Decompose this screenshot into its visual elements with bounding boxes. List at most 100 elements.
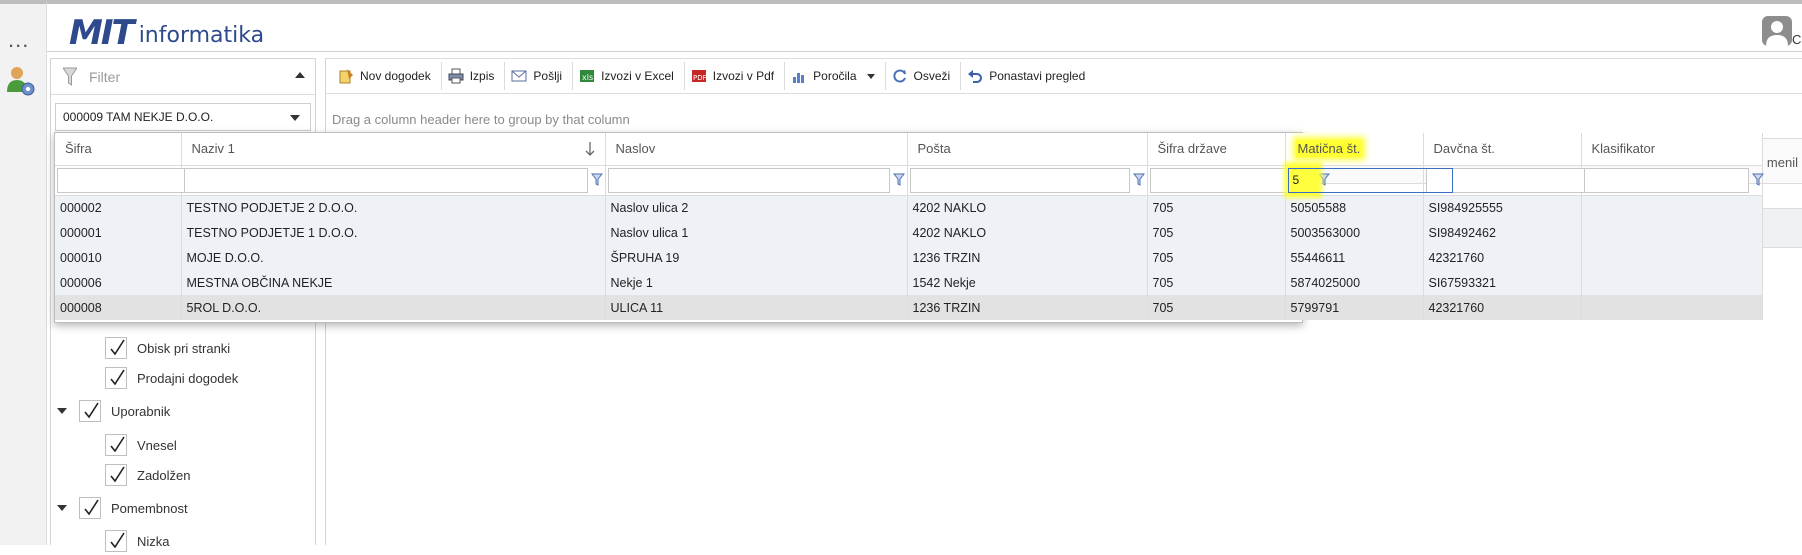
- cell-sifra: 000008: [55, 295, 182, 320]
- filter-icon[interactable]: [892, 173, 905, 187]
- company-logo: MIT informatika: [69, 14, 264, 50]
- avatar-icon[interactable]: [1762, 16, 1792, 46]
- table-row[interactable]: 000001 TESTNO PODJETJE 1 D.O.O. Naslov u…: [55, 220, 1763, 245]
- filter-input[interactable]: [909, 167, 1130, 193]
- filter-header[interactable]: Filter: [51, 59, 315, 95]
- column-header-sorted[interactable]: Naziv 1: [181, 133, 606, 166]
- checkbox[interactable]: [105, 367, 127, 389]
- cell-posta: 4202 NAKLO: [907, 195, 1148, 220]
- send-label: Pošlji: [533, 69, 563, 83]
- collapse-icon[interactable]: [295, 72, 305, 78]
- chevron-down-icon[interactable]: [866, 73, 875, 79]
- refresh-label: Osveži: [913, 69, 951, 83]
- tree-item-zadolzen[interactable]: Zadolžen: [105, 461, 190, 489]
- filter-icon[interactable]: [1751, 173, 1764, 187]
- cell-naziv: TESTNO PODJETJE 2 D.O.O.: [181, 195, 606, 220]
- reset-view-button[interactable]: Ponastavi pregled: [961, 62, 1095, 90]
- tree-item-obisk[interactable]: Obisk pri stranki: [105, 334, 230, 362]
- new-event-button[interactable]: Nov dogodek: [332, 62, 442, 90]
- send-button[interactable]: Pošlji: [505, 62, 574, 90]
- column-header-highlighted[interactable]: Matična št.: [1285, 133, 1424, 166]
- filter-row: [55, 161, 1764, 198]
- table-row[interactable]: 000006 MESTNA OBČINA NEKJE Nekje 1 1542 …: [55, 270, 1763, 295]
- checkbox[interactable]: [105, 530, 127, 552]
- checkbox[interactable]: [79, 497, 101, 519]
- refresh-icon: [892, 68, 908, 84]
- cell-naziv: MESTNA OBČINA NEKJE: [181, 270, 606, 295]
- tree-group-pomembnost[interactable]: Pomembnost: [57, 494, 188, 522]
- cell-naslov: Naslov ulica 2: [605, 195, 908, 220]
- column-header-label: Naziv 1: [191, 141, 235, 157]
- column-header[interactable]: Klasifikator: [1581, 133, 1763, 166]
- app-header: MIT informatika C: [47, 0, 1802, 52]
- column-header-label: Davčna št.: [1433, 141, 1495, 157]
- table-row[interactable]: 000002 TESTNO PODJETJE 2 D.O.O. Naslov u…: [55, 195, 1763, 220]
- tree-item-label: Obisk pri stranki: [137, 340, 231, 356]
- cell-naziv: TESTNO PODJETJE 1 D.O.O.: [181, 220, 606, 245]
- checkbox[interactable]: [105, 434, 127, 456]
- cell-sifra-drzave: 705: [1147, 220, 1286, 245]
- filter-icon[interactable]: [1132, 173, 1145, 187]
- reports-label: Poročila: [813, 69, 857, 83]
- cell-klasifikator: [1581, 270, 1763, 295]
- export-excel-label: Izvozi v Excel: [601, 69, 674, 83]
- column-header-label: Pošta: [917, 141, 951, 157]
- tree-item-label: Zadolžen: [137, 467, 191, 483]
- export-excel-button[interactable]: xls Izvozi v Excel: [573, 62, 685, 90]
- tree-item-vnesel[interactable]: Vnesel: [105, 431, 177, 459]
- cell-davcna: SI67593321: [1423, 270, 1582, 295]
- column-header[interactable]: Davčna št.: [1423, 133, 1582, 166]
- tree-item-prodajni[interactable]: Prodajni dogodek: [105, 364, 238, 392]
- cell-naslov: Naslov ulica 1: [605, 220, 908, 245]
- cell-maticna: 5799791: [1285, 295, 1424, 320]
- cell-naslov: ULICA 11: [605, 295, 908, 320]
- cell-maticna: 50505588: [1285, 195, 1424, 220]
- tree-item-label: Uporabnik: [111, 403, 171, 419]
- chevron-down-icon[interactable]: [290, 115, 300, 121]
- bar-chart-icon: [791, 68, 807, 84]
- cell-klasifikator: [1581, 245, 1763, 270]
- user-menu[interactable]: C: [1758, 14, 1802, 52]
- cell-naslov: Nekje 1: [605, 270, 908, 295]
- more-menu-icon[interactable]: ...: [8, 29, 29, 51]
- column-header[interactable]: Šifra države: [1147, 133, 1286, 166]
- column-header-label: Klasifikator: [1591, 141, 1656, 157]
- grid-header-partial[interactable]: menil: [1767, 155, 1798, 170]
- checkbox[interactable]: [105, 464, 127, 486]
- refresh-button[interactable]: Osveži: [886, 62, 962, 90]
- cell-posta: 1542 Nekje: [907, 270, 1148, 295]
- filter-input-maticna[interactable]: [1287, 167, 1453, 193]
- excel-icon: xls: [579, 68, 595, 84]
- company-select-value: 000009 TAM NEKJE D.O.O.: [63, 110, 214, 124]
- user-settings-icon[interactable]: [5, 64, 37, 98]
- filter-icon[interactable]: [590, 173, 603, 187]
- print-button[interactable]: Izpis: [442, 62, 506, 90]
- new-event-icon: [338, 68, 354, 84]
- column-header[interactable]: Naslov: [605, 133, 908, 166]
- cell-davcna: SI984925555: [1423, 195, 1582, 220]
- table-row[interactable]: 000010 MOJE D.O.O. ŠPRUHA 19 1236 TRZIN …: [55, 245, 1763, 270]
- company-lookup-popup: Šifra Naziv 1 Naslov Pošta Šifra države …: [54, 132, 1764, 323]
- cell-sifra: 000010: [55, 245, 182, 270]
- checkbox[interactable]: [79, 400, 101, 422]
- checkbox[interactable]: [105, 337, 127, 359]
- printer-icon: [448, 68, 464, 84]
- column-header-label: Matična št.: [1295, 140, 1363, 158]
- logo-informatika: informatika: [138, 23, 265, 48]
- filter-input[interactable]: [183, 167, 588, 193]
- column-header[interactable]: Pošta: [907, 133, 1148, 166]
- group-panel-hint[interactable]: Drag a column header here to group by th…: [332, 112, 630, 127]
- company-select[interactable]: 000009 TAM NEKJE D.O.O.: [55, 103, 311, 131]
- filter-input[interactable]: [607, 167, 890, 193]
- column-header-label: Šifra: [65, 141, 92, 157]
- reports-button[interactable]: Poročila: [785, 62, 886, 90]
- filter-input[interactable]: [1583, 167, 1749, 193]
- column-header-label: Šifra države: [1157, 141, 1227, 157]
- export-pdf-button[interactable]: PDF Izvozi v Pdf: [685, 62, 786, 90]
- tree-item-nizka[interactable]: Nizka: [105, 527, 170, 555]
- column-header[interactable]: Šifra: [55, 133, 182, 166]
- expand-icon[interactable]: [57, 408, 67, 414]
- expand-icon[interactable]: [57, 505, 67, 511]
- table-row-selected[interactable]: 000008 5ROL D.O.O. ULICA 11 1236 TRZIN 7…: [55, 295, 1763, 320]
- tree-group-uporabnik[interactable]: Uporabnik: [57, 397, 170, 425]
